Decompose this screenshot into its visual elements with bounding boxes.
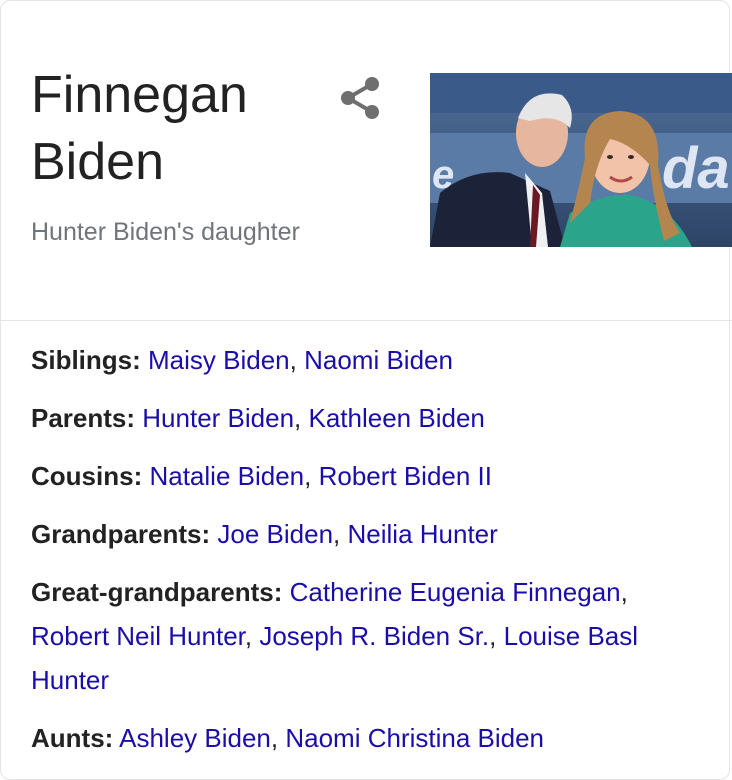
svg-text:e: e [432,153,454,197]
fact-link[interactable]: Hunter Biden [142,403,294,433]
fact-siblings: Siblings: Maisy Biden, Naomi Biden [31,345,453,375]
fact-link[interactable]: Neilia Hunter [348,519,498,549]
fact-link[interactable]: Kathleen Biden [309,403,485,433]
fact-link[interactable]: Naomi Christina Biden [285,723,544,753]
entity-photo[interactable]: da e [430,73,732,247]
fact-link[interactable]: Naomi Biden [304,345,453,375]
facts-list: Siblings: Maisy Biden, Naomi Biden Paren… [31,338,701,774]
share-icon [341,77,379,119]
fact-aunts: Aunts: Ashley Biden, Naomi Christina Bid… [31,723,545,753]
fact-link[interactable]: Joseph R. Biden Sr. [259,621,489,651]
fact-cousins: Cousins: Natalie Biden, Robert Biden II [31,461,493,491]
fact-label: Parents: [31,403,136,433]
fact-label: Siblings: [31,345,141,375]
fact-label: Aunts: [31,723,114,753]
fact-parents: Parents: Hunter Biden, Kathleen Biden [31,403,485,433]
knowledge-panel-header: Finnegan Biden da e Hunter Biden's daugh… [0,0,732,322]
entity-title: Finnegan Biden [31,66,248,191]
fact-label: Grandparents: [31,519,211,549]
fact-link[interactable]: Robert Biden II [319,461,492,491]
fact-link[interactable]: Joe Biden [217,519,333,549]
fact-label: Great-grandparents: [31,577,283,607]
fact-link[interactable]: Catherine Eugenia Finnegan [290,577,621,607]
svg-text:da: da [662,136,730,201]
photo-illustration: da e [430,73,732,247]
fact-link[interactable]: Robert Neil Hunter [31,621,245,651]
entity-subtitle: Hunter Biden's daughter [31,218,300,246]
fact-link[interactable]: Maisy Biden [148,345,290,375]
fact-great-grandparents: Great-grandparents: Catherine Eugenia Fi… [31,577,639,695]
share-button[interactable] [336,74,384,122]
section-divider [0,320,732,321]
fact-label: Cousins: [31,461,143,491]
fact-link[interactable]: Natalie Biden [149,461,304,491]
fact-link[interactable]: Ashley Biden [119,723,271,753]
fact-grandparents: Grandparents: Joe Biden, Neilia Hunter [31,519,498,549]
